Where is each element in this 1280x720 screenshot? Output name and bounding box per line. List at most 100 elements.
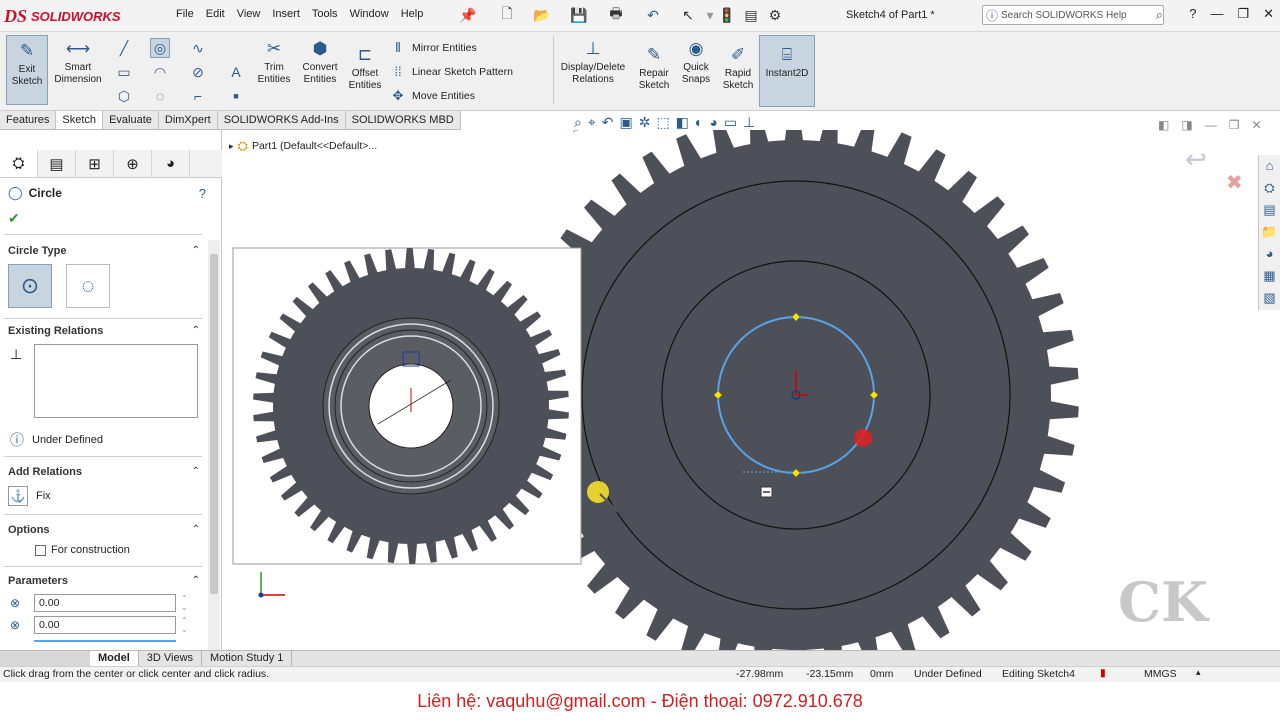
ok-checkmark-icon[interactable]: ✔ xyxy=(8,210,20,227)
spline-icon[interactable]: ∿ xyxy=(188,38,208,58)
cancel-sketch-icon[interactable]: ✖ xyxy=(1226,170,1243,195)
display-style-icon[interactable]: ◧ xyxy=(676,114,689,131)
help-search-box[interactable]: ⓘ Search SOLIDWORKS Help ⌕ xyxy=(982,5,1164,25)
quick-snaps-button[interactable]: ◉ Quick Snaps xyxy=(678,38,714,86)
offset-entities-button[interactable]: ⊏ Offset Entities xyxy=(344,44,386,92)
file-properties-icon[interactable]: ▤ xyxy=(742,6,760,24)
center-x-input[interactable]: 0.00 xyxy=(34,594,176,612)
instant2d-button[interactable]: ⌸ Instant2D xyxy=(759,35,815,107)
view-settings-icon[interactable]: ⊥ xyxy=(743,114,755,131)
circle-type-section[interactable]: Circle Type ⌃ xyxy=(0,242,206,260)
split-right-icon[interactable]: ◨ xyxy=(1181,118,1192,132)
status-units[interactable]: MMGS xyxy=(1144,668,1177,680)
save-icon[interactable]: 💾 xyxy=(570,6,588,24)
parameters-section[interactable]: Parameters ⌃ xyxy=(0,572,206,590)
graphics-area[interactable]: ▸ ⛭ Part1 (Default<<Default>... ⌕ xyxy=(223,130,1280,650)
perimeter-circle-type-button[interactable]: ◌ xyxy=(66,264,110,308)
mirror-entities-button[interactable]: ⫴ Mirror Entities xyxy=(390,40,477,56)
for-construction-checkbox[interactable] xyxy=(35,544,46,556)
help-icon[interactable]: ? xyxy=(1189,6,1196,22)
restore-icon[interactable]: ❐ xyxy=(1237,6,1249,22)
scrollbar-thumb[interactable] xyxy=(210,254,218,594)
tab-evaluate[interactable]: Evaluate xyxy=(103,111,159,129)
add-relations-section[interactable]: Add Relations ⌃ xyxy=(0,463,206,481)
solidworks-logo[interactable]: DS SOLIDWORKS xyxy=(4,2,144,30)
pin-icon[interactable]: 📌 xyxy=(459,6,476,24)
tab-3d-views[interactable]: 3D Views xyxy=(139,651,203,666)
feature-manager-icon[interactable]: ⛭ xyxy=(0,150,38,177)
edit-appearance-icon[interactable]: ◕ xyxy=(709,114,717,131)
tab-motion-study[interactable]: Motion Study 1 xyxy=(202,651,293,666)
existing-relations-section[interactable]: Existing Relations ⌃ xyxy=(0,322,206,340)
center-y-spinner[interactable]: ⌃ ⌄ xyxy=(181,616,188,634)
zoom-to-fit-icon[interactable]: ⌕ xyxy=(574,114,582,131)
hide-show-items-icon[interactable]: ◐ xyxy=(695,114,703,131)
open-folder-icon[interactable]: 📂 xyxy=(532,6,552,24)
center-y-input[interactable]: 0.00 xyxy=(34,616,176,634)
section-view-icon[interactable]: ▣ xyxy=(619,114,632,131)
collapse-caret-icon[interactable]: ⌃ xyxy=(192,322,200,340)
text-icon[interactable]: A xyxy=(226,62,246,82)
ellipse-icon[interactable]: ⊘ xyxy=(188,62,208,82)
previous-view-icon[interactable]: ↶ xyxy=(602,114,614,131)
circle-tool-icon[interactable]: ◎ xyxy=(150,38,170,58)
tab-dimxpert[interactable]: DimXpert xyxy=(159,111,218,129)
apply-scene-icon[interactable]: ▭ xyxy=(724,114,737,131)
view-palette-icon[interactable]: ◕ xyxy=(1259,243,1280,265)
convert-entities-button[interactable]: ⬢ Convert Entities xyxy=(298,38,342,86)
dynamic-annotation-icon[interactable]: ✲ xyxy=(639,114,651,131)
configuration-manager-icon[interactable]: ⊞ xyxy=(76,150,114,177)
search-input[interactable]: Search SOLIDWORKS Help xyxy=(1001,10,1127,21)
menu-edit[interactable]: Edit xyxy=(200,8,231,20)
gear-icon[interactable]: ⚙ xyxy=(766,6,784,24)
custom-properties-icon[interactable]: ▧ xyxy=(1259,287,1280,309)
units-caret-icon[interactable]: ▴ xyxy=(1196,667,1201,678)
tab-mbd[interactable]: SOLIDWORKS MBD xyxy=(346,111,461,129)
radius-input-partial[interactable] xyxy=(34,640,176,648)
trim-entities-button[interactable]: ✂ Trim Entities xyxy=(252,38,296,86)
smart-dimension-button[interactable]: ⟷ Smart Dimension xyxy=(50,38,106,86)
repair-sketch-button[interactable]: ✎ Repair Sketch xyxy=(634,44,674,92)
fillet-icon[interactable]: ⌐ xyxy=(188,86,208,106)
search-icon[interactable]: ⌕ xyxy=(1156,7,1163,23)
pm-scrollbar[interactable] xyxy=(208,240,220,650)
exit-sketch-button[interactable]: ✎ Exit Sketch xyxy=(6,35,48,105)
menu-file[interactable]: File xyxy=(170,8,200,20)
polygon-icon[interactable]: ⬡ xyxy=(114,86,134,106)
fix-relation-button[interactable]: ⚓ Fix xyxy=(8,486,51,506)
home-icon[interactable]: ⌂ xyxy=(1259,155,1280,177)
viewport-minimize-icon[interactable]: — xyxy=(1205,118,1217,132)
point-icon[interactable]: ■ xyxy=(226,86,246,106)
print-icon[interactable]: 🖶 xyxy=(606,5,626,24)
tab-model[interactable]: Model xyxy=(90,651,139,666)
minimize-icon[interactable]: — xyxy=(1210,6,1223,22)
linear-sketch-pattern-button[interactable]: ⁞⁞ Linear Sketch Pattern xyxy=(390,64,513,79)
tab-features[interactable]: Features xyxy=(0,111,57,129)
resources-icon[interactable]: ⛭ xyxy=(1259,177,1280,199)
tab-addins[interactable]: SOLIDWORKS Add-Ins xyxy=(218,111,346,129)
split-left-icon[interactable]: ◧ xyxy=(1158,118,1169,132)
center-x-spinner[interactable]: ⌃ ⌄ xyxy=(181,594,188,612)
move-entities-button[interactable]: ✥ Move Entities xyxy=(390,88,475,104)
collapse-caret-icon[interactable]: ⌃ xyxy=(192,521,200,539)
help-circle-icon[interactable]: ? xyxy=(199,186,206,201)
arc-icon[interactable]: ◠ xyxy=(150,62,170,82)
close-icon[interactable]: ✕ xyxy=(1263,6,1274,22)
rebuild-icon[interactable]: ▮ xyxy=(1100,667,1106,679)
new-document-icon[interactable]: 🗋 xyxy=(498,5,516,24)
confirmation-corner-icon[interactable]: ↩ xyxy=(1185,144,1219,174)
collapse-caret-icon[interactable]: ⌃ xyxy=(192,463,200,481)
menu-insert[interactable]: Insert xyxy=(266,8,306,20)
zoom-to-area-icon[interactable]: ⌖ xyxy=(588,114,596,131)
viewport-restore-icon[interactable]: ❐ xyxy=(1229,118,1240,132)
slot-icon[interactable]: ◌ xyxy=(150,86,170,106)
options-section[interactable]: Options ⌃ xyxy=(0,521,206,539)
appearances-icon[interactable]: ▦ xyxy=(1259,265,1280,287)
menu-window[interactable]: Window xyxy=(344,8,395,20)
property-manager-icon[interactable]: ▤ xyxy=(38,150,76,177)
existing-relations-list[interactable] xyxy=(34,344,198,418)
view-orientation-icon[interactable]: ⬚ xyxy=(656,114,669,131)
traffic-light-icon[interactable]: 🚦 xyxy=(718,6,735,24)
dropdown-caret-icon[interactable]: ▾ xyxy=(704,6,716,24)
collapse-caret-icon[interactable]: ⌃ xyxy=(192,242,200,260)
